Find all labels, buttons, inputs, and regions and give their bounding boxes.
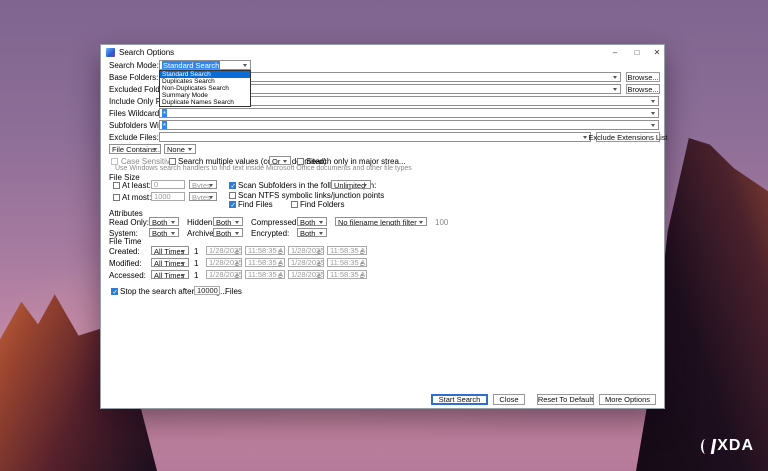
encrypted-combobox[interactable]: Both [297,228,327,237]
hidden-label: Hidden: [187,218,215,227]
archive-label: Archive: [187,229,216,238]
base-folders-label: Base Folders: [109,73,158,82]
created-date-to[interactable]: 1/28/2025 [288,246,324,255]
find-files-label: Find Files [238,200,273,209]
search-mode-dropdown-list: Standard Search Duplicates Search Non-Du… [159,70,251,107]
close-button[interactable]: Close [493,394,525,405]
maximize-button[interactable]: □ [628,45,646,60]
reset-to-default-button[interactable]: Reset To Default [537,394,594,405]
created-label: Created: [109,247,140,256]
encrypted-label: Encrypted: [251,229,289,238]
read-only-label: Read Only: [109,218,149,227]
modified-label: Modified: [109,259,141,268]
filename-length-filter-combobox[interactable]: No filename length filter [335,217,427,226]
close-icon[interactable]: ✕ [648,45,666,60]
more-options-button[interactable]: More Options [599,394,656,405]
find-folders-label: Find Folders [300,200,344,209]
base-folders-browse-button[interactable]: Browse... [626,72,660,82]
excluded-folders-browse-button[interactable]: Browse... [626,84,660,94]
accessed-count: 1 [194,271,198,280]
at-least-input[interactable]: 0 [151,180,185,189]
major-stream-checkbox[interactable] [297,158,304,165]
window-title: Search Options [119,48,174,57]
dropdown-option-standard-search[interactable]: Standard Search [160,71,250,78]
at-most-input[interactable]: 1000 [151,192,185,201]
modified-mode-combobox[interactable]: All Times [151,258,189,267]
or-and-combobox[interactable]: Or [269,156,291,165]
modified-time-from[interactable]: 11:58:35 A [245,258,285,267]
filename-length-value: 100 [435,218,448,227]
modified-time-to[interactable]: 11:58:35 A [327,258,367,267]
search-options-dialog: Search Options – □ ✕ Search Mode: Standa… [100,44,665,409]
created-mode-combobox[interactable]: All Times [151,246,189,255]
system-combobox[interactable]: Both [149,228,179,237]
files-wildcard-label: Files Wildcard: [109,109,161,118]
scan-subfolders-checkbox[interactable] [229,182,236,189]
at-most-label: At most: [122,193,151,202]
scan-depth-combobox[interactable]: Unlimited [331,180,371,189]
accessed-date-to[interactable]: 1/28/2025 [288,270,324,279]
exclude-files-label: Exclude Files: [109,133,159,142]
dropdown-option-summary-mode[interactable]: Summary Mode [160,92,250,99]
title-bar[interactable]: Search Options – □ ✕ [101,45,664,60]
stop-after-checkbox[interactable] [111,288,118,295]
start-search-button[interactable]: Start Search [431,394,488,405]
xda-logo: XDA [701,437,754,455]
find-folders-checkbox[interactable] [291,201,298,208]
accessed-date-from[interactable]: 1/28/2025 [206,270,242,279]
accessed-time-from[interactable]: 11:58:35 A [245,270,285,279]
at-most-checkbox[interactable] [113,194,120,201]
search-handlers-hint: Use Windows search handlers to find text… [115,165,412,172]
file-contains-combobox[interactable]: File Contains... [109,144,161,154]
exclude-files-combobox[interactable] [159,132,591,142]
modified-date-from[interactable]: 1/28/2025 [206,258,242,267]
modified-date-to[interactable]: 1/28/2025 [288,258,324,267]
subfolders-wildcard-combobox[interactable]: * [159,120,659,130]
xda-logo-icon [701,439,715,454]
accessed-label: Accessed: [109,271,146,280]
encoding-combobox[interactable]: None [164,144,196,154]
stop-after-unit-label: Files [225,287,242,296]
modified-count: 1 [194,259,198,268]
accessed-time-to[interactable]: 11:58:35 A [327,270,367,279]
read-only-combobox[interactable]: Both [149,217,179,226]
search-mode-label: Search Mode: [109,61,159,70]
dropdown-option-duplicates-search[interactable]: Duplicates Search [160,78,250,85]
find-files-checkbox[interactable] [229,201,236,208]
case-sensitive-checkbox[interactable] [111,158,118,165]
search-mode-combobox[interactable]: Standard Search [159,60,251,70]
dropdown-option-duplicate-names-search[interactable]: Duplicate Names Search [160,99,250,106]
created-count: 1 [194,247,198,256]
created-time-from[interactable]: 11:58:35 A [245,246,285,255]
at-least-checkbox[interactable] [113,182,120,189]
attributes-group-title: Attributes [109,209,143,218]
compressed-combobox[interactable]: Both [297,217,327,226]
app-icon [106,48,115,57]
created-date-from[interactable]: 1/28/2025 [206,246,242,255]
created-time-to[interactable]: 11:58:35 A [327,246,367,255]
desktop-wallpaper: XDA Search Options – □ ✕ Search Mode: St… [0,0,768,471]
exclude-extensions-list-button[interactable]: Exclude Extensions List [596,132,660,142]
hidden-combobox[interactable]: Both [213,217,243,226]
at-least-label: At least: [122,181,151,190]
minimize-button[interactable]: – [606,45,624,60]
archive-combobox[interactable]: Both [213,228,243,237]
accessed-mode-combobox[interactable]: All Times [151,270,189,279]
file-time-group-title: File Time [109,237,141,246]
files-wildcard-combobox[interactable]: * [159,108,659,118]
stop-after-input[interactable]: 10000 [194,286,220,295]
dropdown-option-non-duplicates-search[interactable]: Non-Duplicates Search [160,85,250,92]
ntfs-links-label: Scan NTFS symbolic links/junction points [238,191,384,200]
xda-logo-text: XDA [717,437,754,455]
compressed-label: Compressed: [251,218,299,227]
at-most-unit-combobox[interactable]: Bytes [189,192,217,201]
at-least-unit-combobox[interactable]: Bytes [189,180,217,189]
multiple-values-checkbox[interactable] [169,158,176,165]
ntfs-links-checkbox[interactable] [229,192,236,199]
